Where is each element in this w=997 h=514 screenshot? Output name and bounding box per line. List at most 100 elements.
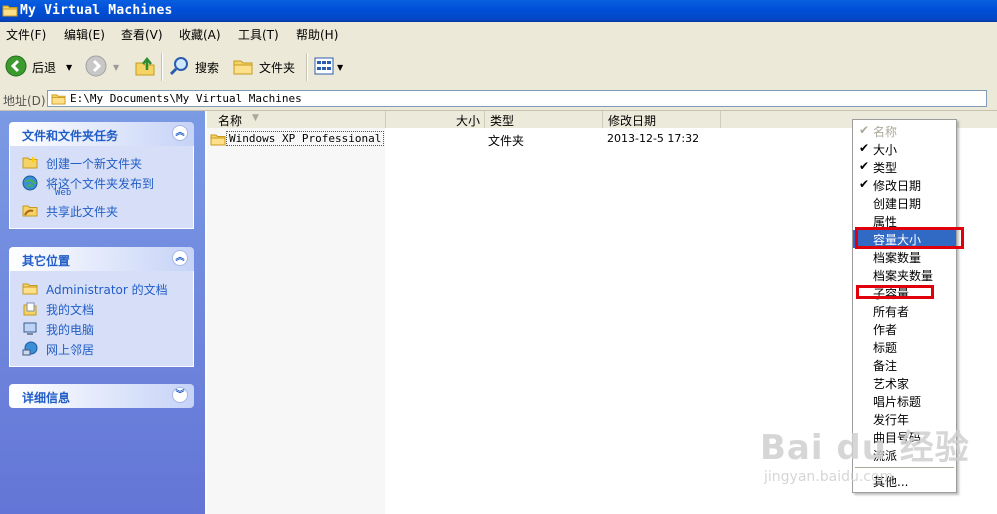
- checkmark-icon: ✔: [859, 159, 870, 173]
- folders-icon: [232, 55, 254, 80]
- task-pane: 文件和文件夹任务 ︽ 创建一个新文件夹 将这个文件夹发布到 Web 共享此文件夹…: [0, 111, 205, 514]
- search-label: 搜索: [195, 60, 220, 75]
- back-dropdown-icon[interactable]: ▼: [66, 63, 72, 72]
- address-label: 地址(D): [3, 94, 46, 108]
- menu-item-more[interactable]: 其他...: [853, 472, 956, 490]
- place-admin-docs-label: Administrator 的文档: [46, 283, 168, 297]
- up-folder-icon: [134, 55, 156, 80]
- chevron-up-icon[interactable]: ︽: [172, 125, 188, 141]
- menu-favorites[interactable]: 收藏(A): [179, 26, 221, 43]
- title-bar[interactable]: My Virtual Machines: [0, 0, 997, 22]
- menu-item-file-count[interactable]: 档案数量: [853, 248, 956, 266]
- menu-item-genre[interactable]: 流派: [853, 446, 956, 464]
- chevron-up-icon[interactable]: ︽: [172, 250, 188, 266]
- task-new-folder[interactable]: 创建一个新文件夹: [10, 152, 193, 172]
- menu-file[interactable]: 文件(F): [6, 26, 46, 43]
- details-panel: 详细信息 ︾: [9, 384, 194, 408]
- task-share-folder-label: 共享此文件夹: [46, 205, 119, 219]
- other-places-header[interactable]: 其它位置 ︽: [9, 247, 194, 271]
- menu-item-type[interactable]: ✔ 类型: [853, 158, 956, 176]
- place-admin-docs[interactable]: Administrator 的文档: [10, 278, 193, 298]
- menu-item-created[interactable]: 创建日期: [853, 194, 956, 212]
- menu-item-author[interactable]: 作者: [853, 320, 956, 338]
- menu-item-label: 类型: [873, 161, 898, 175]
- file-row[interactable]: Windows XP Professional 文件夹 2013-12-5 17…: [207, 130, 767, 148]
- place-my-computer[interactable]: 我的电脑: [10, 318, 193, 338]
- menu-item-label: 创建日期: [873, 197, 922, 211]
- menu-item-label: 所有者: [873, 305, 910, 319]
- column-modified[interactable]: 修改日期: [603, 111, 721, 128]
- column-size-label: 大小: [455, 114, 480, 128]
- globe-publish-icon: [22, 175, 38, 194]
- menu-item-artist[interactable]: 艺术家: [853, 374, 956, 392]
- menu-view[interactable]: 查看(V): [121, 26, 163, 43]
- menu-item-title[interactable]: 标题: [853, 338, 956, 356]
- menu-bar: 文件(F) 编辑(E) 查看(V) 收藏(A) 工具(T) 帮助(H): [0, 22, 997, 46]
- menu-item-folder-count[interactable]: 档案夹数量: [853, 266, 956, 284]
- menu-item-modified[interactable]: ✔ 修改日期: [853, 176, 956, 194]
- menu-item-comments[interactable]: 备注: [853, 356, 956, 374]
- menu-item-label: 曲目号码: [873, 431, 922, 445]
- place-my-documents[interactable]: 我的文档: [10, 298, 193, 318]
- menu-item-label: 名称: [873, 125, 898, 139]
- annotation-highlight-capacity: [855, 227, 964, 249]
- place-network[interactable]: 网上邻居: [10, 338, 193, 358]
- checkmark-icon: ✔: [859, 123, 870, 137]
- details-header[interactable]: 详细信息 ︾: [9, 384, 194, 408]
- forward-button[interactable]: ▼: [85, 55, 119, 79]
- menu-item-label: 作者: [873, 323, 898, 337]
- menu-item-owner[interactable]: 所有者: [853, 302, 956, 320]
- other-places-panel: 其它位置 ︽ Administrator 的文档 我的文档 我的电脑 网上邻居: [9, 247, 194, 367]
- details-title: 详细信息: [22, 391, 71, 405]
- menu-item-label: 流派: [873, 449, 898, 463]
- folders-button[interactable]: 文件夹: [232, 55, 295, 79]
- back-arrow-icon: [5, 55, 27, 80]
- other-places-title: 其它位置: [22, 254, 71, 268]
- menu-item-label: 修改日期: [873, 179, 922, 193]
- forward-arrow-icon: [85, 55, 107, 80]
- folder-icon: [51, 92, 66, 108]
- task-publish-web[interactable]: 将这个文件夹发布到 Web: [10, 172, 193, 200]
- search-button[interactable]: 搜索: [168, 55, 219, 79]
- up-button[interactable]: [134, 55, 156, 79]
- menu-item-track-number[interactable]: 曲目号码: [853, 428, 956, 446]
- menu-item-label: 艺术家: [873, 377, 910, 391]
- checkmark-icon: ✔: [859, 141, 870, 155]
- menu-help[interactable]: 帮助(H): [296, 26, 338, 43]
- place-my-computer-label: 我的电脑: [46, 323, 95, 337]
- back-button[interactable]: 后退 ▼: [5, 55, 72, 79]
- folders-label: 文件夹: [259, 60, 296, 75]
- menu-item-size[interactable]: ✔ 大小: [853, 140, 956, 158]
- column-type-label: 类型: [490, 114, 515, 128]
- sorted-column-shade: [207, 128, 385, 514]
- menu-tools[interactable]: 工具(T): [238, 26, 279, 43]
- search-icon: [168, 55, 190, 80]
- views-dropdown-icon[interactable]: ▼: [337, 63, 343, 72]
- menu-item-year[interactable]: 发行年: [853, 410, 956, 428]
- back-label: 后退: [32, 60, 57, 75]
- toolbar-separator: [306, 53, 308, 81]
- network-icon: [22, 341, 38, 360]
- annotation-highlight-sub-capacity: [856, 285, 934, 299]
- menu-edit[interactable]: 编辑(E): [64, 26, 105, 43]
- column-size[interactable]: 大小: [386, 111, 485, 128]
- address-input[interactable]: E:\My Documents\My Virtual Machines: [47, 90, 987, 107]
- menu-item-label: 唱片标题: [873, 395, 922, 409]
- task-share-folder[interactable]: 共享此文件夹: [10, 200, 193, 220]
- file-tasks-header[interactable]: 文件和文件夹任务 ︽: [9, 122, 194, 146]
- place-my-documents-label: 我的文档: [46, 303, 95, 317]
- new-folder-icon: [22, 155, 38, 172]
- chevron-down-icon[interactable]: ︾: [172, 387, 188, 403]
- folder-icon: [2, 3, 18, 20]
- views-button[interactable]: ▼: [313, 55, 343, 79]
- file-tasks-title: 文件和文件夹任务: [22, 129, 119, 143]
- menu-item-label: 发行年: [873, 413, 910, 427]
- column-type[interactable]: 类型: [485, 111, 603, 128]
- forward-dropdown-icon[interactable]: ▼: [113, 63, 119, 72]
- folder-icon: [22, 281, 38, 298]
- column-name[interactable]: 名称 ▼: [207, 111, 386, 128]
- menu-item-label: 其他...: [873, 475, 909, 489]
- task-publish-web-label2: Web: [55, 188, 72, 198]
- menu-item-album[interactable]: 唱片标题: [853, 392, 956, 410]
- file-name: Windows XP Professional: [226, 131, 385, 146]
